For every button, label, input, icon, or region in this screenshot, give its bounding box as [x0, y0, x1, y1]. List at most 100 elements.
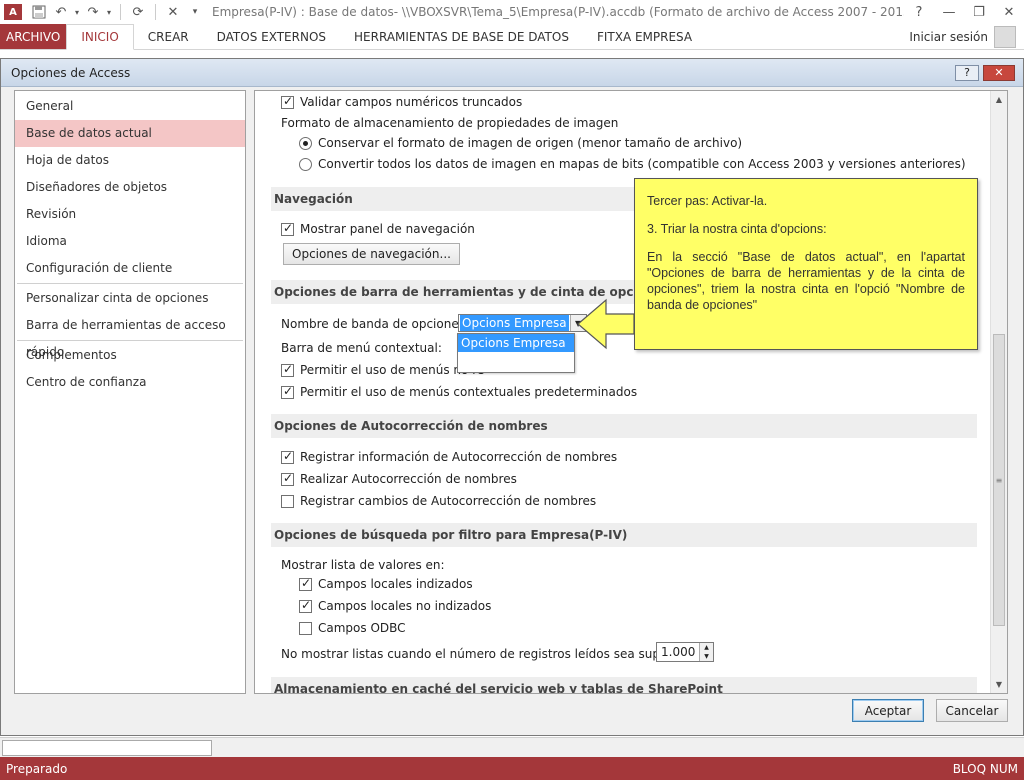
show-nav-pane-checkbox[interactable] — [281, 221, 294, 236]
record-limit-value[interactable]: 1.000 — [657, 645, 699, 659]
spin-down-icon[interactable]: ▼ — [700, 652, 713, 661]
nav-item-object-designers[interactable]: Diseñadores de objetos — [15, 174, 245, 201]
minimize-button[interactable]: — — [934, 1, 964, 23]
convert-bitmaps-radio[interactable] — [299, 157, 312, 171]
nav-item-quick-access-toolbar[interactable]: Barra de herramientas de acceso rápido — [15, 312, 245, 359]
sign-in-label: Iniciar sesión — [909, 29, 988, 44]
nav-item-current-database[interactable]: Base de datos actual — [15, 120, 245, 147]
nav-item-language[interactable]: Idioma — [15, 228, 245, 255]
nav-item-add-ins[interactable]: Complementos — [15, 342, 245, 369]
odbc-fields-option[interactable]: Campos ODBC — [299, 621, 406, 635]
local-nonindexed-option[interactable]: Campos locales no indizados — [299, 598, 491, 613]
local-nonindexed-checkbox[interactable] — [299, 598, 312, 613]
validate-numeric-option[interactable]: Validar campos numéricos truncados — [281, 94, 523, 109]
record-navigation-bar — [0, 737, 1024, 757]
close-window-button[interactable]: ✕ — [994, 1, 1024, 23]
track-autocorrect-option[interactable]: Registrar información de Autocorrección … — [281, 449, 618, 464]
log-autocorrect-checkbox[interactable] — [281, 494, 294, 508]
perform-autocorrect-label: Realizar Autocorrección de nombres — [300, 472, 517, 486]
dialog-title-bar: Opciones de Access ? ✕ — [1, 59, 1023, 87]
num-lock-indicator: BLOQ NUM — [952, 761, 1018, 776]
separator — [155, 4, 156, 20]
nav-item-datasheet[interactable]: Hoja de datos — [15, 147, 245, 174]
spin-up-icon[interactable]: ▲ — [700, 643, 713, 652]
scroll-down-icon[interactable]: ▼ — [991, 676, 1007, 693]
keep-format-label: Conservar el formato de imagen de origen… — [318, 136, 743, 150]
no-list-label: No mostrar listas cuando el número de re… — [281, 647, 704, 661]
tab-home[interactable]: INICIO — [66, 24, 134, 50]
options-nav: General Base de datos actual Hoja de dat… — [14, 90, 246, 694]
convert-bitmaps-option[interactable]: Convertir todos los datos de imagen en m… — [299, 157, 966, 171]
help-button[interactable]: ? — [904, 1, 934, 23]
log-autocorrect-label: Registrar cambios de Autocorrección de n… — [300, 494, 597, 508]
allow-full-menus-checkbox[interactable] — [281, 362, 294, 377]
allow-full-menus-option[interactable]: Permitir el uso de menús no re — [281, 362, 484, 377]
validate-numeric-label: Validar campos numéricos truncados — [300, 95, 523, 109]
refresh-all-icon[interactable]: ⟳ — [127, 1, 149, 23]
ribbon-name-dropdown[interactable]: Opcions Empresa ▼ — [458, 314, 587, 332]
record-navigation-box[interactable] — [2, 740, 212, 756]
keep-format-option[interactable]: Conservar el formato de imagen de origen… — [299, 136, 742, 150]
convert-bitmaps-label: Convertir todos los datos de imagen en m… — [318, 157, 966, 171]
show-list-label: Mostrar lista de valores en: — [281, 558, 445, 572]
tab-create[interactable]: CREAR — [134, 24, 203, 49]
callout-arrow-icon — [577, 298, 635, 350]
nav-item-trust-center[interactable]: Centro de confianza — [15, 369, 245, 396]
ribbon-name-dropdown-list: Opcions Empresa — [457, 333, 575, 373]
show-nav-pane-option[interactable]: Mostrar panel de navegación — [281, 221, 475, 236]
allow-default-shortcut-checkbox[interactable] — [281, 384, 294, 399]
ribbon-name-value: Opcions Empresa — [460, 315, 569, 331]
dialog-close-button[interactable]: ✕ — [983, 64, 1015, 81]
tab-file[interactable]: ARCHIVO — [0, 24, 67, 49]
close-database-icon[interactable]: ✕ — [162, 1, 184, 23]
tab-database-tools[interactable]: HERRAMIENTAS DE BASE DE DATOS — [340, 24, 583, 49]
separator — [120, 4, 121, 20]
local-indexed-checkbox[interactable] — [299, 576, 312, 591]
track-autocorrect-label: Registrar información de Autocorrección … — [300, 450, 618, 464]
undo-icon[interactable]: ↶ — [50, 1, 72, 23]
title-bar: A ↶ ▾ ↷ ▾ ⟳ ✕ ▾ Empresa(P-IV) : Base de … — [0, 0, 1024, 24]
avatar — [994, 25, 1016, 48]
filter-section-header: Opciones de búsqueda por filtro para Emp… — [271, 523, 977, 547]
callout-instructions: En la secció "Base de datos actual", en … — [647, 250, 965, 312]
panel-scrollbar[interactable]: ▲ ≡ ▼ — [990, 91, 1007, 693]
image-format-label: Formato de almacenamiento de propiedades… — [281, 116, 619, 130]
tab-fitxa-empresa[interactable]: FITXA EMPRESA — [583, 24, 706, 49]
track-autocorrect-checkbox[interactable] — [281, 449, 294, 464]
record-limit-spinner[interactable]: 1.000 ▲ ▼ — [656, 642, 714, 662]
perform-autocorrect-option[interactable]: Realizar Autocorrección de nombres — [281, 471, 517, 486]
redo-dropdown-icon[interactable]: ▾ — [104, 1, 114, 23]
shortcut-menu-label: Barra de menú contextual: — [281, 341, 442, 355]
sharepoint-section-header: Almacenamiento en caché del servicio web… — [271, 677, 977, 693]
customize-toolbar-icon[interactable]: ▾ — [184, 1, 206, 23]
ribbon-tabs: ARCHIVO INICIO CREAR DATOS EXTERNOS HERR… — [0, 24, 1024, 50]
tab-external-data[interactable]: DATOS EXTERNOS — [203, 24, 340, 49]
nav-item-general[interactable]: General — [15, 93, 245, 120]
nav-item-customize-ribbon[interactable]: Personalizar cinta de opciones — [15, 285, 245, 312]
scrollbar-thumb[interactable]: ≡ — [993, 334, 1005, 626]
undo-dropdown-icon[interactable]: ▾ — [72, 1, 82, 23]
access-app-icon: A — [4, 4, 22, 20]
keep-format-radio[interactable] — [299, 136, 312, 150]
ok-button[interactable]: Aceptar — [852, 699, 924, 722]
autocorrect-section-header: Opciones de Autocorrección de nombres — [271, 414, 977, 438]
restore-button[interactable]: ❐ — [964, 1, 994, 23]
redo-icon[interactable]: ↷ — [82, 1, 104, 23]
validate-numeric-checkbox[interactable] — [281, 94, 294, 109]
nav-item-proofing[interactable]: Revisión — [15, 201, 245, 228]
local-indexed-option[interactable]: Campos locales indizados — [299, 576, 473, 591]
ribbon-option-opcions-empresa[interactable]: Opcions Empresa — [458, 334, 574, 352]
local-indexed-label: Campos locales indizados — [318, 577, 473, 591]
save-icon[interactable] — [28, 1, 50, 23]
sign-in-link[interactable]: Iniciar sesión — [909, 24, 1024, 49]
navigation-options-button[interactable]: Opciones de navegación... — [283, 243, 460, 265]
cancel-button[interactable]: Cancelar — [936, 699, 1008, 722]
nav-item-client-settings[interactable]: Configuración de cliente — [15, 255, 245, 282]
allow-default-shortcut-option[interactable]: Permitir el uso de menús contextuales pr… — [281, 384, 637, 399]
log-autocorrect-option[interactable]: Registrar cambios de Autocorrección de n… — [281, 494, 596, 508]
scroll-up-icon[interactable]: ▲ — [991, 91, 1007, 108]
perform-autocorrect-checkbox[interactable] — [281, 471, 294, 486]
odbc-fields-checkbox[interactable] — [299, 621, 312, 635]
window-title: Empresa(P-IV) : Base de datos- \\VBOXSVR… — [212, 5, 904, 19]
dialog-help-button[interactable]: ? — [955, 64, 979, 81]
